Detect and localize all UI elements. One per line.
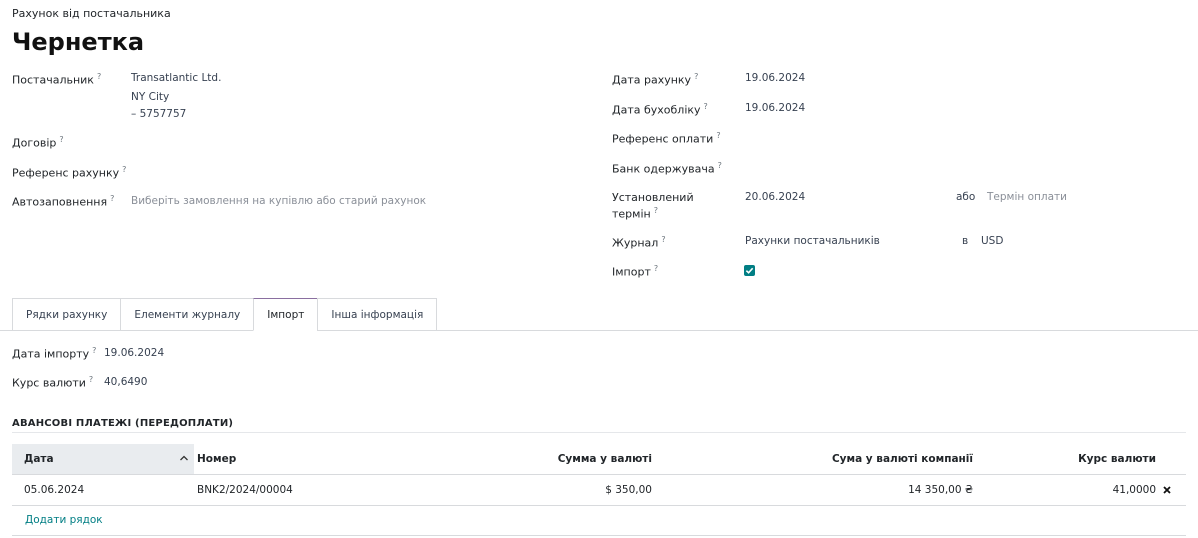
import-label: Імпорт? xyxy=(612,264,659,279)
bill-reference-label: Референс рахунку? xyxy=(12,165,127,180)
table-row[interactable]: 05.06.2024 BNK2/2024/00004 $ 350,00 14 3… xyxy=(12,475,1186,506)
column-header-amount-currency[interactable]: Сумма у валюті xyxy=(558,444,652,474)
help-icon[interactable]: ? xyxy=(718,161,722,170)
column-header-amount-company[interactable]: Сума у валюті компанії xyxy=(832,444,973,474)
bill-date-label: Дата рахунку? xyxy=(612,72,699,87)
cell-date[interactable]: 05.06.2024 xyxy=(24,475,84,505)
contract-label: Договір? xyxy=(12,135,64,150)
payment-reference-label: Референс оплати? xyxy=(612,131,721,146)
prepayments-section-title: АВАНСОВІ ПЛАТЕЖІ (ПЕРЕДОПЛАТИ) xyxy=(12,418,234,429)
help-icon[interactable]: ? xyxy=(654,206,658,215)
vendor-phone: – 5757757 xyxy=(131,108,187,120)
prepayments-table-header: Дата Номер Сумма у валюті Сума у валюті … xyxy=(12,444,1186,475)
help-icon[interactable]: ? xyxy=(122,165,126,174)
import-date-label: Дата імпорту? xyxy=(12,346,97,361)
payment-reference-field[interactable] xyxy=(745,126,1185,146)
help-icon[interactable]: ? xyxy=(654,264,658,273)
column-header-date[interactable]: Дата xyxy=(12,444,194,474)
journal-select[interactable]: Рахунки постачальників xyxy=(745,235,880,247)
tab-invoice-lines[interactable]: Рядки рахунку xyxy=(12,298,121,331)
tab-import[interactable]: Імпорт xyxy=(253,298,318,331)
bill-reference-field[interactable] xyxy=(131,160,551,180)
accounting-date-label: Дата бухобліку? xyxy=(612,102,708,117)
autofill-input[interactable]: Виберіть замовлення на купівлю або стари… xyxy=(131,195,426,207)
journal-label: Журнал? xyxy=(612,235,666,250)
section-divider xyxy=(12,432,1186,433)
due-date-input[interactable]: 20.06.2024 xyxy=(745,191,805,203)
recipient-bank-label: Банк одержувача? xyxy=(612,161,722,176)
help-icon[interactable]: ? xyxy=(704,102,708,111)
help-icon[interactable]: ? xyxy=(89,375,93,384)
vendor-city: NY City xyxy=(131,91,170,103)
currency-rate-value[interactable]: 40,6490 xyxy=(104,376,147,388)
help-icon[interactable]: ? xyxy=(694,72,698,81)
currency-rate-label: Курс валюти? xyxy=(12,375,94,390)
or-text: або xyxy=(956,191,976,203)
notebook-tabs: Рядки рахунку Елементи журналу Імпорт Ін… xyxy=(12,298,438,331)
recipient-bank-field[interactable] xyxy=(745,156,1185,176)
bill-date-input[interactable]: 19.06.2024 xyxy=(745,72,805,84)
import-date-value[interactable]: 19.06.2024 xyxy=(104,347,164,359)
currency-select[interactable]: USD xyxy=(981,235,1003,247)
cell-amount-company[interactable]: 14 350,00 ₴ xyxy=(908,475,973,505)
payment-terms-input[interactable]: Термін оплати xyxy=(987,191,1067,203)
help-icon[interactable]: ? xyxy=(110,194,114,203)
due-date-label-line2: термін? xyxy=(612,206,658,221)
check-icon xyxy=(745,267,754,274)
help-icon[interactable]: ? xyxy=(716,131,720,140)
help-icon[interactable]: ? xyxy=(661,235,665,244)
help-icon[interactable]: ? xyxy=(92,346,96,355)
column-header-rate[interactable]: Курс валюти xyxy=(1078,444,1156,474)
due-date-label-line1: Установлений xyxy=(612,191,694,204)
help-icon[interactable]: ? xyxy=(97,72,101,81)
vendor-label: Постачальник? xyxy=(12,72,102,87)
cell-rate[interactable]: 41,0000 xyxy=(1113,475,1156,505)
accounting-date-input[interactable]: 19.06.2024 xyxy=(745,102,805,114)
contract-field[interactable] xyxy=(131,130,551,150)
breadcrumb[interactable]: Рахунок від постачальника xyxy=(12,7,171,20)
delete-row-icon[interactable] xyxy=(1162,485,1172,495)
cell-number[interactable]: BNK2/2024/00004 xyxy=(197,475,293,505)
column-header-number[interactable]: Номер xyxy=(197,444,236,474)
help-icon[interactable]: ? xyxy=(59,135,63,144)
sort-asc-icon[interactable] xyxy=(178,452,190,464)
tab-journal-items[interactable]: Елементи журналу xyxy=(120,298,254,331)
table-bottom-divider xyxy=(12,535,1186,536)
in-text: в xyxy=(962,235,969,247)
autofill-label: Автозаповнення? xyxy=(12,194,115,209)
vendor-name[interactable]: Transatlantic Ltd. xyxy=(131,72,221,84)
add-line-link[interactable]: Додати рядок xyxy=(25,514,103,526)
import-checkbox[interactable] xyxy=(744,265,755,276)
tab-other-info[interactable]: Інша інформація xyxy=(317,298,438,331)
page-title: Чернетка xyxy=(12,28,145,56)
cell-amount-currency[interactable]: $ 350,00 xyxy=(605,475,652,505)
